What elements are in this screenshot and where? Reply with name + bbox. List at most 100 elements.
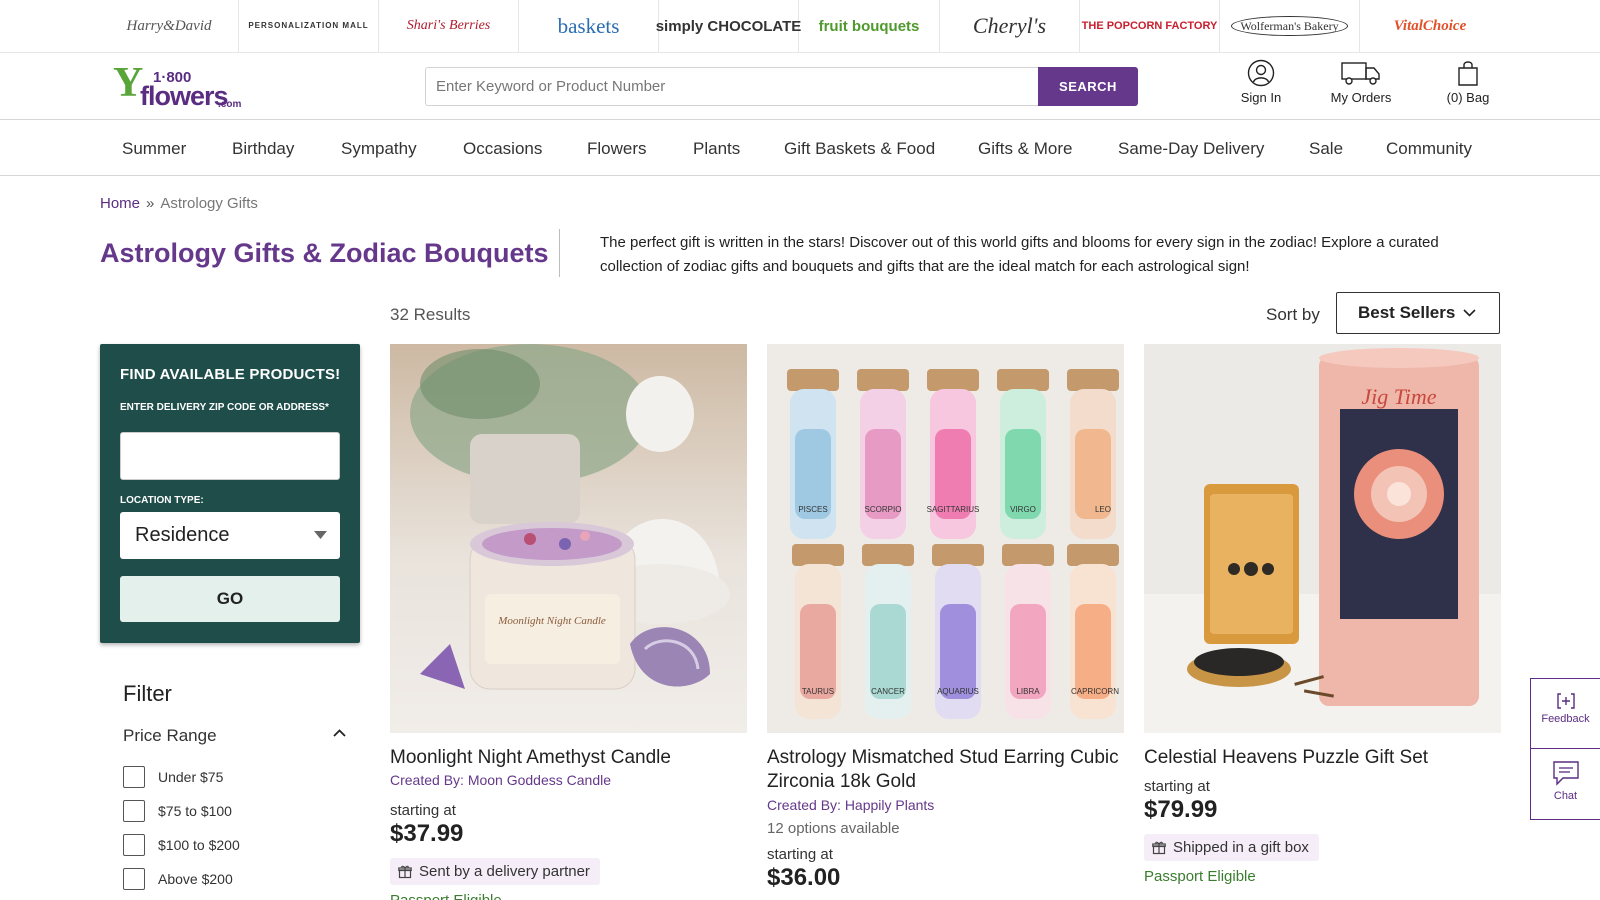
brand-link-harry-david[interactable]: Harry&David: [100, 0, 239, 52]
nav-item-gift-baskets-food[interactable]: Gift Baskets & Food: [784, 139, 935, 159]
price-option-100-200[interactable]: $100 to $200: [123, 834, 240, 856]
sign-label: PISCES: [798, 505, 827, 514]
brand-link-simply-chocolate[interactable]: simply CHOCOLATE: [655, 0, 802, 52]
sign-label: TAURUS: [802, 687, 834, 696]
nav-item-sympathy[interactable]: Sympathy: [341, 139, 417, 159]
nav-item-occasions[interactable]: Occasions: [463, 139, 542, 159]
price-range-toggle[interactable]: Price Range: [123, 726, 217, 746]
brand-link-vital-choice[interactable]: VitalChoice: [1360, 0, 1500, 52]
price-checkbox[interactable]: [123, 766, 145, 788]
bag-label: (0) Bag: [1446, 90, 1490, 105]
sign-label: SCORPIO: [865, 505, 902, 514]
site-logo[interactable]: Y 1·800 flowers .com: [113, 57, 243, 115]
product-image-puzzle-set[interactable]: Jig Time: [1144, 344, 1501, 733]
main-nav: Summer Birthday Sympathy Occasions Flowe…: [0, 121, 1600, 176]
sign-in-link[interactable]: Sign In: [1226, 59, 1296, 105]
sign-label: SAGITTARIUS: [927, 505, 980, 514]
brand-link-baskets[interactable]: baskets: [519, 0, 659, 52]
search-input[interactable]: [425, 67, 1039, 106]
product-price: $36.00: [767, 864, 841, 891]
passport-eligible: Passport Eligible: [390, 892, 502, 900]
location-type-select[interactable]: Residence: [120, 512, 340, 559]
zip-field-label: ENTER DELIVERY ZIP CODE OR ADDRESS*: [120, 402, 329, 413]
price-checkbox[interactable]: [123, 834, 145, 856]
brand-logo-text: Cheryl's: [972, 13, 1047, 38]
product-starting-at: starting at: [1144, 778, 1210, 795]
delivery-badge: Sent by a delivery partner: [390, 858, 600, 885]
search-button[interactable]: SEARCH: [1038, 67, 1138, 106]
brand-link-fruit-bouquets[interactable]: fruit bouquets: [799, 0, 940, 52]
sign-label: CAPRICORN: [1071, 687, 1119, 696]
brand-logo-text: Wolferman's Bakery: [1231, 16, 1348, 36]
breadcrumb-separator: »: [146, 195, 155, 212]
gift-box-badge-text: Shipped in a gift box: [1173, 839, 1309, 856]
brand-logo-text: simply CHOCOLATE: [655, 17, 802, 35]
price-option-label: Above $200: [158, 871, 233, 887]
sort-label: Sort by: [1266, 305, 1320, 324]
nav-item-community[interactable]: Community: [1386, 139, 1472, 159]
product-name[interactable]: Celestial Heavens Puzzle Gift Set: [1144, 746, 1501, 770]
breadcrumb: Home » Astrology Gifts: [100, 195, 258, 212]
price-option-above-200[interactable]: Above $200: [123, 868, 233, 890]
sort-value: Best Sellers: [1358, 303, 1456, 322]
puzzle-tube-label: Jig Time: [1361, 384, 1436, 409]
product-creator[interactable]: Created By: Moon Goddess Candle: [390, 772, 611, 788]
find-products-title: FIND AVAILABLE PRODUCTS!: [120, 366, 341, 383]
product-starting-at: starting at: [767, 846, 833, 863]
nav-item-flowers[interactable]: Flowers: [587, 139, 647, 159]
sign-label: LIBRA: [1016, 687, 1040, 696]
product-creator[interactable]: Created By: Happily Plants: [767, 797, 934, 813]
product-price: $79.99: [1144, 796, 1218, 823]
product-options-count: 12 options available: [767, 820, 900, 837]
product-name[interactable]: Astrology Mismatched Stud Earring Cubic …: [767, 746, 1124, 794]
sort-dropdown[interactable]: Best Sellers: [1336, 292, 1500, 334]
product-name[interactable]: Moonlight Night Amethyst Candle: [390, 746, 747, 770]
brand-link-wolfermans[interactable]: Wolferman's Bakery: [1220, 0, 1360, 52]
price-option-75-100[interactable]: $75 to $100: [123, 800, 232, 822]
brand-logo-text: VitalChoice: [1393, 17, 1467, 34]
product-image-candle[interactable]: Moonlight Night Candle: [390, 344, 747, 733]
brand-bar: Harry&David PERSONALIZATION MALL Shari's…: [0, 0, 1600, 53]
chat-bubble-icon: [1552, 761, 1579, 786]
find-products-panel: FIND AVAILABLE PRODUCTS! ENTER DELIVERY …: [100, 344, 360, 643]
feedback-button[interactable]: Feedback: [1530, 678, 1600, 749]
sign-label: VIRGO: [1010, 505, 1036, 514]
go-button[interactable]: GO: [120, 576, 340, 622]
price-option-under-75[interactable]: Under $75: [123, 766, 223, 788]
brand-logo-text: Shari's Berries: [406, 18, 491, 33]
brand-link-popcorn-factory[interactable]: THE POPCORN FACTORY: [1080, 0, 1220, 52]
brand-link-sharis-berries[interactable]: Shari's Berries: [379, 0, 519, 52]
chat-label: Chat: [1553, 790, 1578, 802]
nav-item-plants[interactable]: Plants: [693, 139, 740, 159]
page-title: Astrology Gifts & Zodiac Bouquets: [100, 238, 549, 268]
price-option-label: Under $75: [158, 769, 224, 785]
truck-icon: [1341, 62, 1380, 85]
price-option-label: $100 to $200: [158, 837, 240, 853]
feedback-label: Feedback: [1541, 713, 1590, 725]
breadcrumb-home-link[interactable]: Home: [100, 195, 140, 212]
price-checkbox[interactable]: [123, 800, 145, 822]
brand-link-personalization-mall[interactable]: PERSONALIZATION MALL: [239, 0, 379, 52]
nav-item-birthday[interactable]: Birthday: [232, 139, 294, 159]
caret-down-icon: [314, 531, 327, 539]
product-image-zodiac-vials[interactable]: PISCES SCORPIO SAGITTARIUS VIRGO LEO TAU…: [767, 344, 1124, 733]
chat-button[interactable]: Chat: [1530, 748, 1600, 820]
delivery-badge-text: Sent by a delivery partner: [419, 863, 590, 880]
gift-box-badge: Shipped in a gift box: [1144, 834, 1319, 861]
my-orders-label: My Orders: [1330, 90, 1392, 105]
brand-link-cheryls[interactable]: Cheryl's: [940, 0, 1080, 52]
filter-title: Filter: [123, 681, 172, 706]
price-checkbox[interactable]: [123, 868, 145, 890]
nav-item-gifts-more[interactable]: Gifts & More: [978, 139, 1072, 159]
nav-item-same-day-delivery[interactable]: Same-Day Delivery: [1118, 139, 1264, 159]
my-orders-link[interactable]: My Orders: [1321, 59, 1401, 105]
price-option-label: $75 to $100: [158, 803, 232, 819]
product-starting-at: starting at: [390, 802, 456, 819]
logo-word: flowers: [140, 81, 229, 111]
nav-item-summer[interactable]: Summer: [122, 139, 186, 159]
bag-link[interactable]: (0) Bag: [1438, 59, 1498, 105]
chevron-up-icon[interactable]: [333, 729, 346, 737]
zip-code-input[interactable]: [120, 432, 340, 480]
nav-item-sale[interactable]: Sale: [1309, 139, 1343, 159]
product-price: $37.99: [390, 820, 464, 847]
